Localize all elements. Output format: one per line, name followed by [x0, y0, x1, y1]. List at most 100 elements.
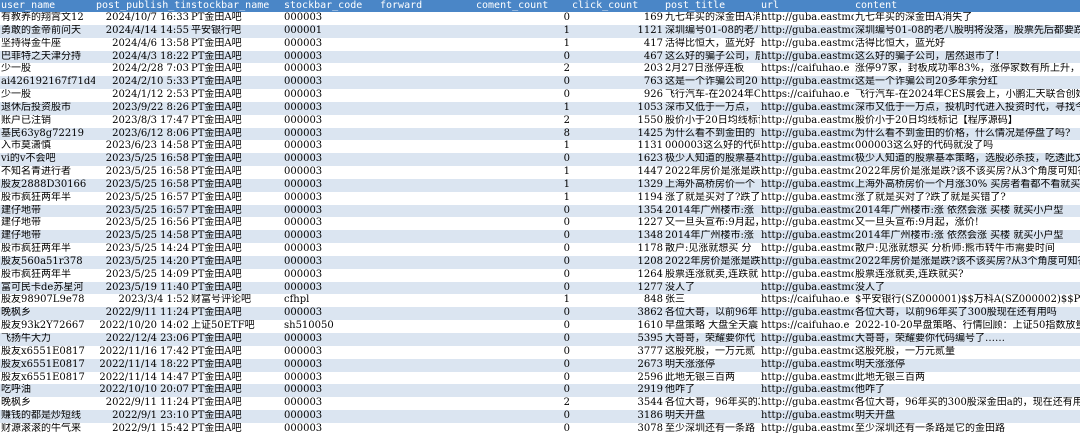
- cell-post-publish-time[interactable]: 2022/10/20 14:02: [95, 320, 190, 333]
- cell-stockbar-name[interactable]: 财富号评论吧: [190, 294, 283, 307]
- cell-stockbar-name[interactable]: PT金田A吧: [190, 153, 283, 166]
- cell-url[interactable]: http://guba.eastmo: [760, 179, 854, 192]
- cell-url[interactable]: http://guba.eastmo: [760, 128, 854, 141]
- cell-post-publish-time[interactable]: 2024/2/28 7:03: [95, 63, 190, 76]
- cell-post-title[interactable]: 大哥哥，荣耀要你代: [664, 333, 760, 346]
- cell-content[interactable]: 又一旦头宣布:9月起，涨价!: [854, 217, 1080, 230]
- cell-user-name[interactable]: 晚枫乡: [0, 307, 95, 320]
- cell-content[interactable]: 2014年广州楼市:涨 依然会涨 买楼 就买小户型: [854, 205, 1080, 218]
- table-row[interactable]: 账户已注销 2023/8/3 17:47 PT金田A吧 000003 2 1550 股价小于…: [0, 114, 1080, 128]
- cell-coment-count[interactable]: 0: [475, 76, 571, 89]
- cell-post-title[interactable]: 没人了: [664, 282, 760, 295]
- cell-forward[interactable]: [379, 89, 475, 102]
- cell-post-publish-time[interactable]: 2024/10/7 16:33: [95, 12, 190, 25]
- cell-user-name[interactable]: 股友98907L9e78: [0, 294, 95, 307]
- cell-post-title[interactable]: 这是一个诈骗公司20: [664, 76, 760, 89]
- cell-stockbar-name[interactable]: PT金田A吧: [190, 102, 283, 115]
- cell-forward[interactable]: [379, 307, 475, 320]
- cell-coment-count[interactable]: 0: [475, 12, 571, 25]
- cell-user-name[interactable]: 账户已注销: [0, 115, 95, 128]
- cell-post-publish-time[interactable]: 2022/12/4 23:06: [95, 333, 190, 346]
- cell-url[interactable]: http://guba.eastmo: [760, 153, 854, 166]
- cell-post-title[interactable]: 早盘策略 大盘全天震: [664, 320, 760, 333]
- cell-click-count[interactable]: 2596: [571, 372, 664, 385]
- cell-post-publish-time[interactable]: 2022/9/1 23:10: [95, 410, 190, 423]
- cell-content[interactable]: 大哥哥，荣耀要你代码编号了……: [854, 333, 1080, 346]
- cell-content[interactable]: 上海外高桥房价一个月涨30% 买房者看都不看就买了: [854, 179, 1080, 192]
- table-row[interactable]: 股友93k2Y72667 2022/10/20 14:02 上证50ETF吧 sh51…: [0, 320, 1080, 333]
- cell-url[interactable]: http://guba.eastmo: [760, 51, 854, 64]
- cell-stockbar-code[interactable]: 000003: [283, 76, 379, 89]
- table-row[interactable]: 巴菲特之天津分持 2024/4/3 18:22 PT金田A吧 000003 0 467 这么…: [0, 50, 1080, 64]
- cell-stockbar-code[interactable]: 000003: [283, 423, 379, 436]
- cell-click-count[interactable]: 5395: [571, 333, 664, 346]
- table-row[interactable]: 股友98907L9e78 2023/3/4 1:52 财富号评论吧 cfhpl 1 848…: [0, 294, 1080, 308]
- cell-click-count[interactable]: 1550: [571, 115, 664, 128]
- cell-content[interactable]: 散户:见涨就想买 分析师:熊市转牛市需要时间: [854, 243, 1080, 256]
- cell-stockbar-code[interactable]: 000003: [283, 346, 379, 359]
- cell-post-publish-time[interactable]: 2023/5/25 16:58: [95, 166, 190, 179]
- cell-url[interactable]: https://caifuhao.e: [760, 294, 854, 307]
- cell-stockbar-code[interactable]: 000003: [283, 269, 379, 282]
- cell-forward[interactable]: [379, 282, 475, 295]
- cell-post-title[interactable]: 深市又低于一万点，: [664, 102, 760, 115]
- cell-content[interactable]: 2022-10-20早盘策略、行情回顾：上证50指数放量: [854, 320, 1080, 333]
- cell-post-title[interactable]: 2022年房价是涨是跌?: [664, 256, 760, 269]
- cell-content[interactable]: 九七年买的深金田A消失了: [854, 12, 1080, 25]
- cell-click-count[interactable]: 203: [571, 63, 664, 76]
- cell-coment-count[interactable]: 0: [475, 256, 571, 269]
- cell-coment-count[interactable]: 0: [475, 410, 571, 423]
- cell-click-count[interactable]: 3862: [571, 307, 664, 320]
- cell-stockbar-code[interactable]: 000003: [283, 256, 379, 269]
- cell-user-name[interactable]: 股友560a51r378: [0, 256, 95, 269]
- cell-post-title[interactable]: 这股死股，一万元贰: [664, 346, 760, 359]
- cell-url[interactable]: http://guba.eastmo: [760, 217, 854, 230]
- cell-post-publish-time[interactable]: 2023/5/25 16:57: [95, 205, 190, 218]
- cell-click-count[interactable]: 417: [571, 38, 664, 51]
- cell-stockbar-code[interactable]: 000003: [283, 166, 379, 179]
- cell-coment-count[interactable]: 2: [475, 115, 571, 128]
- cell-user-name[interactable]: 股友2888D30166: [0, 179, 95, 192]
- cell-user-name[interactable]: 富可民卡de苏星河: [0, 282, 95, 295]
- cell-content[interactable]: 极少人知道的股票基本策略，选股必杀技，吃透此文就: [854, 153, 1080, 166]
- cell-coment-count[interactable]: 0: [475, 230, 571, 243]
- cell-stockbar-name[interactable]: PT金田A吧: [190, 256, 283, 269]
- cell-stockbar-code[interactable]: 000003: [283, 89, 379, 102]
- cell-forward[interactable]: [379, 217, 475, 230]
- cell-stockbar-name[interactable]: PT金田A吧: [190, 410, 283, 423]
- cell-forward[interactable]: [379, 25, 475, 38]
- cell-post-title[interactable]: 又一旦头宣布:9月起，: [664, 217, 760, 230]
- cell-content[interactable]: 000003这么好的代码就没了吗: [854, 140, 1080, 153]
- cell-stockbar-name[interactable]: PT金田A吧: [190, 269, 283, 282]
- cell-stockbar-name[interactable]: PT金田A吧: [190, 192, 283, 205]
- cell-user-name[interactable]: 不知名青进行者: [0, 166, 95, 179]
- cell-content[interactable]: 深市又低于一万点，投机时代进入投资时代，寻找今: [854, 102, 1080, 115]
- cell-coment-count[interactable]: 0: [475, 333, 571, 346]
- cell-stockbar-code[interactable]: 000003: [283, 51, 379, 64]
- cell-stockbar-code[interactable]: cfhpl: [283, 294, 379, 307]
- cell-forward[interactable]: [379, 372, 475, 385]
- cell-click-count[interactable]: 1121: [571, 25, 664, 38]
- cell-stockbar-name[interactable]: PT金田A吧: [190, 76, 283, 89]
- cell-post-title[interactable]: 上海外高桥房价一个: [664, 179, 760, 192]
- cell-content[interactable]: 飞行汽车-在2024年CES展会上，小鹏汇天联合创始人: [854, 89, 1080, 102]
- cell-url[interactable]: http://guba.eastmo: [760, 192, 854, 205]
- cell-stockbar-code[interactable]: 000003: [283, 192, 379, 205]
- cell-post-publish-time[interactable]: 2023/5/25 16:56: [95, 217, 190, 230]
- cell-click-count[interactable]: 1264: [571, 269, 664, 282]
- cell-stockbar-name[interactable]: PT金田A吧: [190, 423, 283, 436]
- cell-coment-count[interactable]: 2: [475, 63, 571, 76]
- cell-post-title[interactable]: 涨了就是买对了?跌了: [664, 192, 760, 205]
- cell-stockbar-code[interactable]: 000003: [283, 115, 379, 128]
- cell-content[interactable]: 明天开盘: [854, 410, 1080, 423]
- cell-stockbar-code[interactable]: 000003: [283, 410, 379, 423]
- cell-post-publish-time[interactable]: 2023/5/19 11:40: [95, 282, 190, 295]
- cell-content[interactable]: 股票连涨就卖,连跌就买?: [854, 269, 1080, 282]
- cell-click-count[interactable]: 2673: [571, 359, 664, 372]
- cell-post-title[interactable]: 这么好的骗子公司，居: [664, 51, 760, 64]
- column-header-forward[interactable]: forward: [379, 0, 475, 12]
- cell-url[interactable]: http://guba.eastmo: [760, 346, 854, 359]
- cell-coment-count[interactable]: 0: [475, 205, 571, 218]
- cell-post-title[interactable]: 股价小于20日均线标记: [664, 115, 760, 128]
- column-header-url[interactable]: url: [760, 0, 854, 12]
